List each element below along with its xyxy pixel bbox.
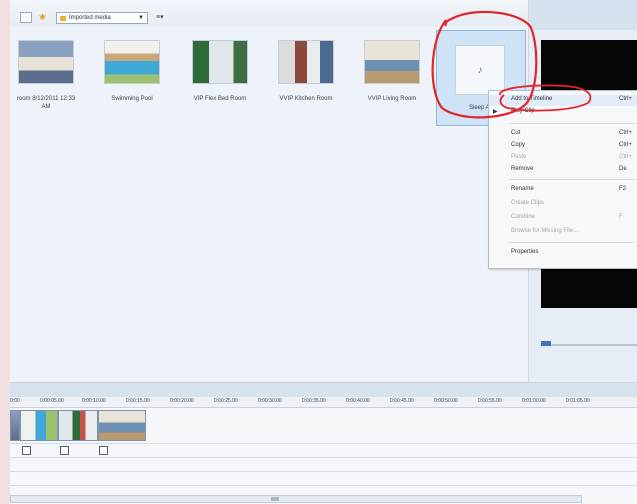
menu-item-rename[interactable]: Rename F2 [489,185,637,196]
timeline-tick: 0:00:15.00 [126,398,150,404]
collection-dropdown[interactable]: Imported media ▼ [56,12,148,24]
preview-header [529,0,637,30]
media-library: room 8/12/2011 12:33 AM Swimming Pool VIP… [10,26,528,382]
transition-marker[interactable] [22,446,31,455]
timeline-panel: 0:00 0:00:05.00 0:00:10.00 0:00:15.00 0:… [10,382,637,504]
track-divider [10,457,637,458]
menu-item-browse-missing: Browse for Missing File... [511,228,579,234]
sort-options-icon[interactable]: ≡▾ [156,13,164,21]
menu-item-remove[interactable]: Remove De [489,165,637,176]
timeline-tick: 0:00:50.00 [434,398,458,404]
timeline-clip-living[interactable] [98,410,146,441]
timeline-tick: 0:00:25.00 [214,398,238,404]
timeline-tick: 0:00:45.00 [390,398,414,404]
collection-toolbar: ★ Imported media ▼ ≡▾ [10,0,528,27]
menu-item-cut[interactable]: Cut Ctrl+ [489,129,637,140]
menu-item-copy[interactable]: Copy Ctrl+ [489,141,637,152]
menu-item-combine: Combine F [511,214,623,220]
collection-label: Imported media [69,15,111,21]
favorites-star-icon[interactable]: ★ [38,12,47,23]
timeline-clip-pool[interactable] [20,410,58,441]
timeline-tick: 0:01:05.00 [566,398,590,404]
clip-caption: VVIP Living Room [367,96,417,102]
view-toggle-button[interactable] [20,12,32,23]
transition-marker[interactable] [99,446,108,455]
timeline-tick: 0:00:05.00 [40,398,64,404]
kitchen-photo-thumbnail [278,40,334,84]
timeline-tick: 0:00:30.00 [258,398,282,404]
movie-maker-window: ★ Imported media ▼ ≡▾ room 8/12/2011 12:… [10,0,637,504]
timeline-tick: 0:00:10.00 [82,398,106,404]
clip-tile-vvip-living-room[interactable]: VVIP Living Room [354,40,430,103]
menu-separator [509,242,634,243]
menu-item-add-to-timeline[interactable]: Add to Timeline Ctrl+ [489,95,637,106]
track-divider [10,471,637,472]
timeline-clip-room[interactable] [10,410,20,441]
clip-caption: VVIP Kitchen Room [279,96,333,102]
timeline-tick: 0:00:40.00 [346,398,370,404]
menu-item-properties[interactable]: Properties [489,248,637,259]
timeline-tick: 0:01:00.00 [522,398,546,404]
timeline-tick: 0:00:55.00 [478,398,502,404]
context-menu: Add to Timeline Ctrl+ ▶ Play Clip Cut Ctrl… [488,90,637,269]
living-photo-thumbnail [364,40,420,84]
seek-slider[interactable] [541,344,637,346]
clip-caption: Swimming Pool [111,96,153,102]
menu-item-paste: Paste Ctrl+ [511,154,632,160]
timeline-clip-flex-bed[interactable] [58,410,98,441]
menu-item-play-clip[interactable]: ▶ Play Clip [489,107,637,118]
track-divider [10,485,637,486]
clip-caption: room 8/12/2011 12:33 AM [16,96,76,110]
chevron-down-icon: ▼ [138,15,144,21]
timeline-tick: 0:00:20.00 [170,398,194,404]
menu-item-create-clips: Create Clips [511,200,545,206]
clip-tile-vvip-kitchen-room[interactable]: VVIP Kitchen Room [268,40,344,103]
play-icon: ▶ [493,109,498,115]
timeline-header [10,383,637,397]
scrollbar-grip[interactable] [271,497,279,501]
seek-slider-thumb[interactable] [541,341,551,346]
pool-photo-thumbnail [104,40,160,84]
clip-tile-room[interactable]: room 8/12/2011 12:33 AM [10,40,84,111]
timeline-tick: 0:00 [10,398,20,404]
transition-marker[interactable] [60,446,69,455]
audio-file-icon: ♪ [455,45,505,95]
clip-caption: VIP Flex Bed Room [193,96,247,102]
folder-icon [60,15,66,21]
flexbed-photo-thumbnail [192,40,248,84]
menu-separator [509,123,634,124]
clip-tile-swimming-pool[interactable]: Swimming Pool [94,40,170,103]
clip-tile-vip-flex-bed-room[interactable]: VIP Flex Bed Room [182,40,258,103]
bedroom-photo-thumbnail [18,40,74,84]
menu-separator [509,179,634,180]
timeline-tick: 0:00:35.00 [302,398,326,404]
timeline-scrollbar[interactable] [10,495,582,503]
timeline-ruler: 0:00 0:00:05.00 0:00:10.00 0:00:15.00 0:… [10,397,637,408]
track-divider [10,443,637,444]
